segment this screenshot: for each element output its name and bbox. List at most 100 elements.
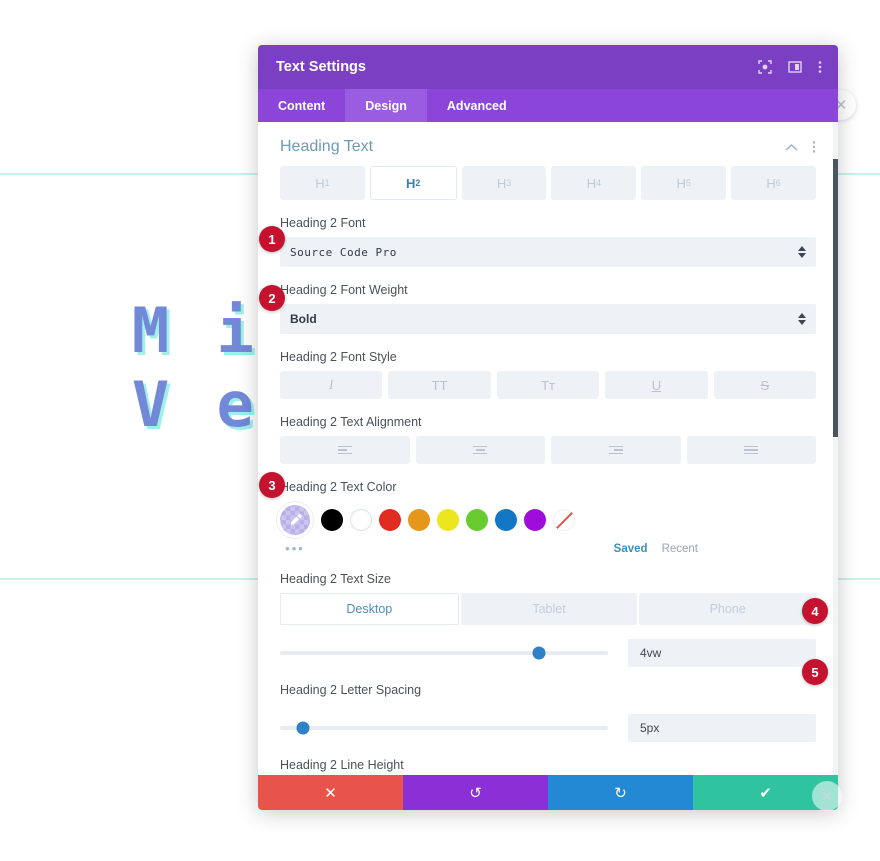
align-right-icon xyxy=(608,445,623,455)
text-size-value-input[interactable]: 4vw xyxy=(628,639,816,667)
section-header-heading-text: Heading Text xyxy=(258,122,838,166)
swatch-purple[interactable] xyxy=(524,509,546,531)
align-right-button[interactable] xyxy=(551,436,681,464)
align-left-icon xyxy=(337,445,352,455)
eyedropper-icon[interactable] xyxy=(280,505,310,535)
recent-colors-tab[interactable]: Recent xyxy=(662,543,698,555)
swatch-none[interactable] xyxy=(553,509,575,531)
callout-badge-5: 5 xyxy=(802,659,828,685)
h2-sub: 2 xyxy=(415,178,421,188)
layout-panel-icon[interactable] xyxy=(788,60,802,74)
section-title: Heading Text xyxy=(280,138,374,155)
field-heading-font-style: Heading 2 Font Style I TT Tт U S xyxy=(258,334,838,399)
letter-spacing-slider-row: 5px xyxy=(280,704,816,742)
tab-content[interactable]: Content xyxy=(258,89,345,122)
text-alignment-button-row xyxy=(280,436,816,464)
modal-footer: ✕ ↺ ↻ ✔ xyxy=(258,775,838,810)
slider-handle[interactable] xyxy=(296,721,310,735)
swatch-green[interactable] xyxy=(466,509,488,531)
underline-button[interactable]: U xyxy=(605,371,708,399)
letter-spacing-slider[interactable] xyxy=(280,719,608,737)
device-tab-row: Desktop Tablet Phone xyxy=(280,593,817,625)
uppercase-button[interactable]: TT xyxy=(388,371,491,399)
field-label: Heading 2 Text Size xyxy=(280,572,391,586)
field-heading-letter-spacing: Heading 2 Letter Spacing 5px xyxy=(258,667,838,742)
field-heading-font: Heading 2 Font Source Code Pro xyxy=(258,200,838,267)
align-justify-button[interactable] xyxy=(686,436,816,464)
scrollbar-thumb[interactable] xyxy=(833,159,838,437)
font-style-button-row: I TT Tт U S xyxy=(280,371,817,399)
align-center-button[interactable] xyxy=(415,436,545,464)
italic-button[interactable]: I xyxy=(280,371,383,399)
heading-level-h1[interactable]: H1 xyxy=(280,166,365,200)
text-size-slider[interactable] xyxy=(280,644,608,662)
strikethrough-button[interactable]: S xyxy=(713,371,817,399)
smallcaps-button[interactable]: Tт xyxy=(496,371,600,399)
h5-sub: 5 xyxy=(685,178,691,188)
swatch-white[interactable] xyxy=(350,509,372,531)
tab-advanced[interactable]: Advanced xyxy=(427,89,527,122)
device-tab-phone[interactable]: Phone xyxy=(639,593,817,625)
field-label: Heading 2 Font Style xyxy=(280,350,397,364)
field-heading-font-weight: Heading 2 Font Weight Bold xyxy=(258,267,838,334)
device-tab-desktop[interactable]: Desktop xyxy=(280,593,459,625)
h3-sub: 3 xyxy=(506,178,512,188)
field-label: Heading 2 Text Color xyxy=(280,480,397,494)
swatch-black[interactable] xyxy=(321,509,343,531)
device-tab-tablet[interactable]: Tablet xyxy=(460,593,638,625)
field-label: Heading 2 Font Weight xyxy=(280,283,408,297)
callout-badge-4: 4 xyxy=(802,598,828,624)
modal-tabbar: Content Design Advanced xyxy=(258,89,838,122)
swatch-red[interactable] xyxy=(379,509,401,531)
heading-level-h4[interactable]: H4 xyxy=(551,166,637,200)
color-tabs: Saved Recent xyxy=(614,543,816,555)
chevron-updown-icon xyxy=(798,246,806,258)
heading-level-h5[interactable]: H5 xyxy=(641,166,727,200)
font-family-select[interactable]: Source Code Pro xyxy=(280,237,816,267)
undo-button[interactable]: ↺ xyxy=(403,775,548,810)
swatch-blue[interactable] xyxy=(495,509,517,531)
align-left-button[interactable] xyxy=(280,436,410,464)
field-label: Heading 2 Text Alignment xyxy=(280,415,422,429)
saved-colors-tab[interactable]: Saved xyxy=(614,543,648,555)
tab-design[interactable]: Design xyxy=(345,89,427,122)
h1-label: H xyxy=(315,175,325,191)
h4-label: H xyxy=(586,175,597,191)
field-heading-text-alignment: Heading 2 Text Alignment xyxy=(258,399,838,464)
field-label: Heading 2 Font xyxy=(280,216,366,230)
h6-label: H xyxy=(766,175,776,191)
h2-label: H xyxy=(406,175,416,191)
text-settings-modal: Text Settings Content Design Advanced He… xyxy=(258,45,838,810)
h4-sub: 4 xyxy=(596,178,602,188)
redo-button[interactable]: ↻ xyxy=(548,775,693,810)
header-icon-group xyxy=(758,60,822,74)
h3-label: H xyxy=(496,175,507,191)
callout-badge-3: 3 xyxy=(259,472,285,498)
font-weight-select[interactable]: Bold xyxy=(280,304,816,334)
kebab-menu-icon[interactable] xyxy=(812,140,816,154)
slider-handle[interactable] xyxy=(532,646,546,660)
swatch-orange[interactable] xyxy=(408,509,430,531)
focus-target-icon[interactable] xyxy=(758,60,772,74)
heading-level-h6[interactable]: H6 xyxy=(731,166,816,200)
chevron-up-icon[interactable] xyxy=(785,143,798,152)
heading-level-h2[interactable]: H2 xyxy=(369,166,457,200)
field-label: Heading 2 Line Height xyxy=(280,758,404,772)
color-swatch-row xyxy=(280,501,816,535)
cancel-button[interactable]: ✕ xyxy=(258,775,403,810)
font-family-value: Source Code Pro xyxy=(290,245,397,259)
ghost-glyph: ✕ xyxy=(821,787,833,804)
callout-badge-2: 2 xyxy=(259,285,285,311)
heading-level-h3[interactable]: H3 xyxy=(461,166,547,200)
kebab-menu-icon[interactable] xyxy=(818,60,822,74)
modal-header: Text Settings xyxy=(258,45,838,89)
h5-label: H xyxy=(676,175,686,191)
more-colors-icon[interactable]: ••• xyxy=(280,541,310,556)
scrollbar-track[interactable] xyxy=(833,122,838,775)
slider-track xyxy=(280,651,608,655)
letter-spacing-value-input[interactable]: 5px xyxy=(628,714,816,742)
swatch-yellow[interactable] xyxy=(437,509,459,531)
align-justify-icon xyxy=(744,445,759,455)
ghost-close-icon[interactable]: ✕ xyxy=(812,781,842,811)
field-label: Heading 2 Letter Spacing xyxy=(280,683,422,697)
